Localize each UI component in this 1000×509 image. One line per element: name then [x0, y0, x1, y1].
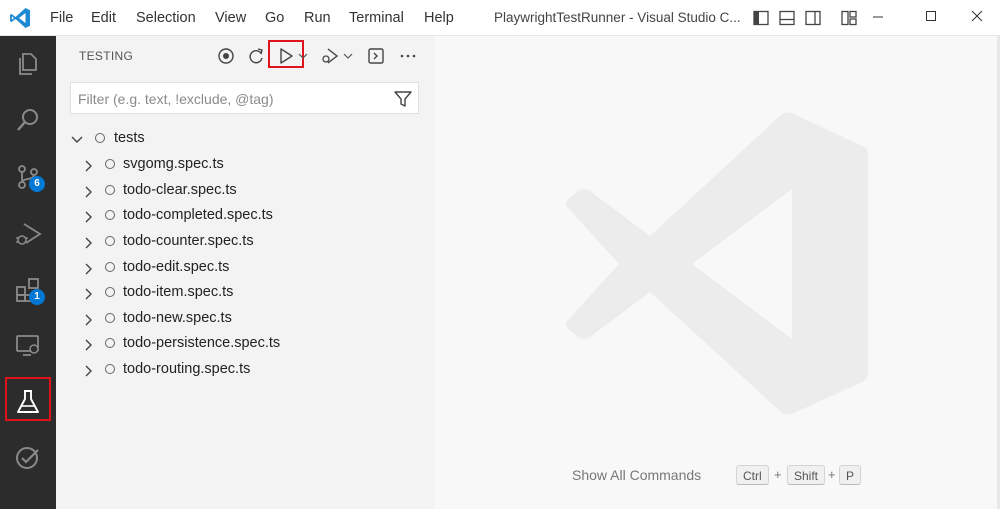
- chevron-right-icon[interactable]: [81, 262, 95, 276]
- tree-item-label: todo-counter.spec.ts: [123, 233, 254, 249]
- activity-remote-explorer[interactable]: [0, 319, 56, 369]
- debug-tests-icon[interactable]: [320, 46, 340, 66]
- chevron-right-icon[interactable]: [81, 338, 95, 352]
- test-status-circle-icon: [105, 364, 115, 374]
- chevron-right-icon[interactable]: [81, 236, 95, 250]
- run-dropdown-chevron-icon[interactable]: [298, 46, 308, 66]
- tree-item-label: todo-clear.spec.ts: [123, 182, 237, 198]
- chevron-right-icon[interactable]: [81, 313, 95, 327]
- menu-go[interactable]: Go: [265, 9, 284, 27]
- test-status-circle-icon: [105, 236, 115, 246]
- source-control-badge: 6: [29, 176, 45, 192]
- tree-root-label: tests: [114, 130, 145, 146]
- debug-dropdown-chevron-icon[interactable]: [342, 46, 354, 66]
- test-status-circle-icon: [105, 287, 115, 297]
- activity-bar: 6 1: [0, 36, 56, 509]
- tree-item-label: todo-item.spec.ts: [123, 284, 234, 300]
- remote-explorer-icon: [16, 335, 39, 356]
- more-actions-icon[interactable]: [398, 46, 418, 66]
- test-status-circle-icon: [105, 159, 115, 169]
- key-plus: +: [828, 467, 836, 482]
- chevron-down-icon[interactable]: [70, 133, 84, 147]
- title-bar: File Edit Selection View Go Run Terminal…: [0, 0, 1000, 36]
- test-status-circle-icon: [105, 313, 115, 323]
- tree-item[interactable]: todo-persistence.spec.ts: [56, 332, 434, 356]
- test-status-circle-icon: [95, 133, 105, 143]
- tree-item-label: todo-new.spec.ts: [123, 310, 232, 326]
- menu-help[interactable]: Help: [424, 9, 454, 27]
- menu-edit[interactable]: Edit: [91, 9, 116, 27]
- tree-item-label: todo-persistence.spec.ts: [123, 335, 281, 351]
- menu-selection[interactable]: Selection: [136, 9, 196, 27]
- menu-terminal[interactable]: Terminal: [349, 9, 404, 27]
- reload-icon[interactable]: [246, 46, 266, 66]
- menu-run[interactable]: Run: [304, 9, 331, 27]
- key-plus: +: [774, 467, 782, 482]
- explorer-icon: [19, 53, 37, 75]
- chevron-right-icon[interactable]: [81, 364, 95, 378]
- tree-root-tests[interactable]: tests: [56, 127, 434, 151]
- menu-view[interactable]: View: [215, 9, 246, 27]
- activity-source-control[interactable]: 6: [0, 151, 56, 201]
- todo-check-icon: [16, 447, 39, 469]
- vscode-watermark-icon: [566, 112, 868, 415]
- tree-item[interactable]: todo-counter.spec.ts: [56, 230, 434, 254]
- run-and-debug-icon: [16, 223, 42, 245]
- window-title: PlaywrightTestRunner - Visual Studio C..…: [494, 10, 741, 25]
- test-status-circle-icon: [105, 262, 115, 272]
- key-ctrl: Ctrl: [736, 465, 769, 485]
- tree-item[interactable]: todo-edit.spec.ts: [56, 256, 434, 280]
- chevron-right-icon[interactable]: [81, 287, 95, 301]
- toggle-secondary-sidebar-icon[interactable]: [804, 9, 822, 27]
- test-status-circle-icon: [105, 185, 115, 195]
- toggle-panel-icon[interactable]: [778, 9, 796, 27]
- command-label: Show All Commands: [572, 467, 702, 483]
- chevron-right-icon[interactable]: [81, 185, 95, 199]
- tree-item[interactable]: svgomg.spec.ts: [56, 153, 434, 177]
- close-icon[interactable]: [966, 6, 988, 28]
- activity-extensions[interactable]: 1: [0, 264, 56, 314]
- tree-item-label: todo-edit.spec.ts: [123, 259, 230, 275]
- activity-run-debug[interactable]: [0, 208, 56, 258]
- sidebar-title: TESTING: [79, 49, 134, 63]
- filter-icon[interactable]: [393, 89, 413, 109]
- tree-item[interactable]: todo-item.spec.ts: [56, 281, 434, 305]
- tree-item[interactable]: todo-routing.spec.ts: [56, 358, 434, 382]
- key-p: P: [839, 465, 862, 485]
- refresh-tests-icon[interactable]: [216, 46, 236, 66]
- test-status-circle-icon: [105, 338, 115, 348]
- filter-input[interactable]: [71, 83, 400, 115]
- extensions-badge: 1: [29, 289, 45, 305]
- tree-item-label: todo-completed.spec.ts: [123, 207, 273, 223]
- key-shift: Shift: [787, 465, 826, 485]
- editor-area: Show All Commands Ctrl + Shift + P: [434, 36, 1000, 509]
- activity-search[interactable]: [0, 94, 56, 144]
- testing-sidebar: TESTING tests: [56, 36, 434, 509]
- maximize-icon[interactable]: [920, 6, 942, 28]
- test-status-circle-icon: [105, 210, 115, 220]
- testing-highlight-box: [5, 377, 51, 421]
- filter-box: [70, 82, 419, 115]
- search-icon: [17, 109, 38, 131]
- chevron-right-icon[interactable]: [81, 210, 95, 224]
- tree-item[interactable]: todo-clear.spec.ts: [56, 179, 434, 203]
- tree-item-label: todo-routing.spec.ts: [123, 361, 251, 377]
- chevron-right-icon[interactable]: [81, 159, 95, 173]
- tree-item[interactable]: todo-completed.spec.ts: [56, 204, 434, 228]
- customize-layout-icon[interactable]: [840, 9, 858, 27]
- activity-explorer[interactable]: [0, 38, 56, 88]
- toggle-primary-sidebar-icon[interactable]: [752, 9, 770, 27]
- minimize-icon[interactable]: [867, 6, 889, 28]
- menu-file[interactable]: File: [50, 9, 73, 27]
- activity-todo[interactable]: [0, 432, 56, 482]
- show-output-icon[interactable]: [366, 46, 386, 66]
- tree-item[interactable]: todo-new.spec.ts: [56, 307, 434, 331]
- tree-item-label: svgomg.spec.ts: [123, 156, 224, 172]
- vscode-logo-icon[interactable]: [8, 6, 32, 30]
